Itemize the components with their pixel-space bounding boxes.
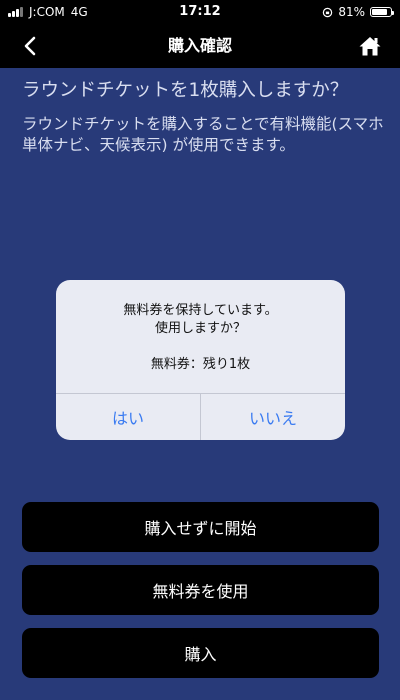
status-bar: J:COM 4G 17:12 81%	[0, 0, 400, 24]
home-button[interactable]	[354, 30, 386, 62]
dialog-yes-button[interactable]: はい	[56, 394, 200, 440]
dialog-message: 無料券を保持しています。 使用しますか？	[56, 302, 345, 338]
start-without-purchase-button[interactable]: 購入せずに開始	[22, 502, 379, 552]
page-title: 購入確認	[167, 36, 232, 55]
purchase-question: ラウンドチケットを1枚購入しますか？	[22, 80, 349, 101]
purchase-description: ラウンドチケットを購入することで有料機能(スマホ単体ナビ、天候表示) が使用でき…	[22, 115, 384, 154]
free-ticket-dialog: 無料券を保持しています。 使用しますか？ 無料券：残り1枚 はい いいえ	[56, 280, 345, 440]
status-right: 81%	[322, 0, 394, 24]
use-free-ticket-button[interactable]: 無料券を使用	[22, 565, 379, 615]
battery-percent: 81%	[338, 5, 365, 19]
orientation-lock-icon	[323, 7, 333, 17]
dialog-no-button[interactable]: いいえ	[200, 394, 345, 440]
battery-icon	[370, 7, 394, 17]
home-icon	[359, 37, 381, 56]
dialog-actions: はい いいえ	[56, 393, 345, 440]
purchase-button[interactable]: 購入	[22, 628, 379, 678]
nav-bar: 購入確認	[0, 24, 400, 68]
dialog-message-line1: 無料券を保持しています。	[123, 303, 278, 318]
battery-fill	[372, 9, 387, 15]
dialog-message-line2: 使用しますか？	[154, 321, 246, 336]
dialog-remaining: 無料券：残り1枚	[150, 357, 251, 372]
